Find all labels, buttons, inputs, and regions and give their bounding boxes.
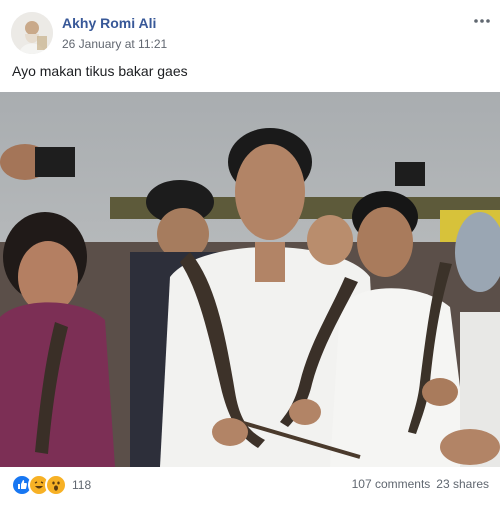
engagement-stats: 107 comments 23 shares (352, 477, 489, 491)
reaction-summary[interactable]: 118 (11, 474, 92, 496)
wow-icon (45, 474, 67, 496)
comments-count-link[interactable]: 107 comments (352, 477, 431, 491)
shares-count-link[interactable]: 23 shares (436, 477, 489, 491)
post-photo[interactable] (0, 92, 500, 467)
author-name[interactable]: Akhy Romi Ali (62, 15, 156, 31)
facebook-post: Akhy Romi Ali 26 January at 11:21 Ayo ma… (0, 0, 500, 508)
post-text: Ayo makan tikus bakar gaes (12, 63, 188, 79)
more-dots-icon (474, 19, 490, 23)
photo-icon (0, 92, 500, 467)
author-avatar[interactable] (11, 12, 53, 54)
more-options-button[interactable] (468, 10, 496, 32)
reaction-count: 118 (72, 478, 92, 492)
post-timestamp[interactable]: 26 January at 11:21 (62, 37, 167, 51)
